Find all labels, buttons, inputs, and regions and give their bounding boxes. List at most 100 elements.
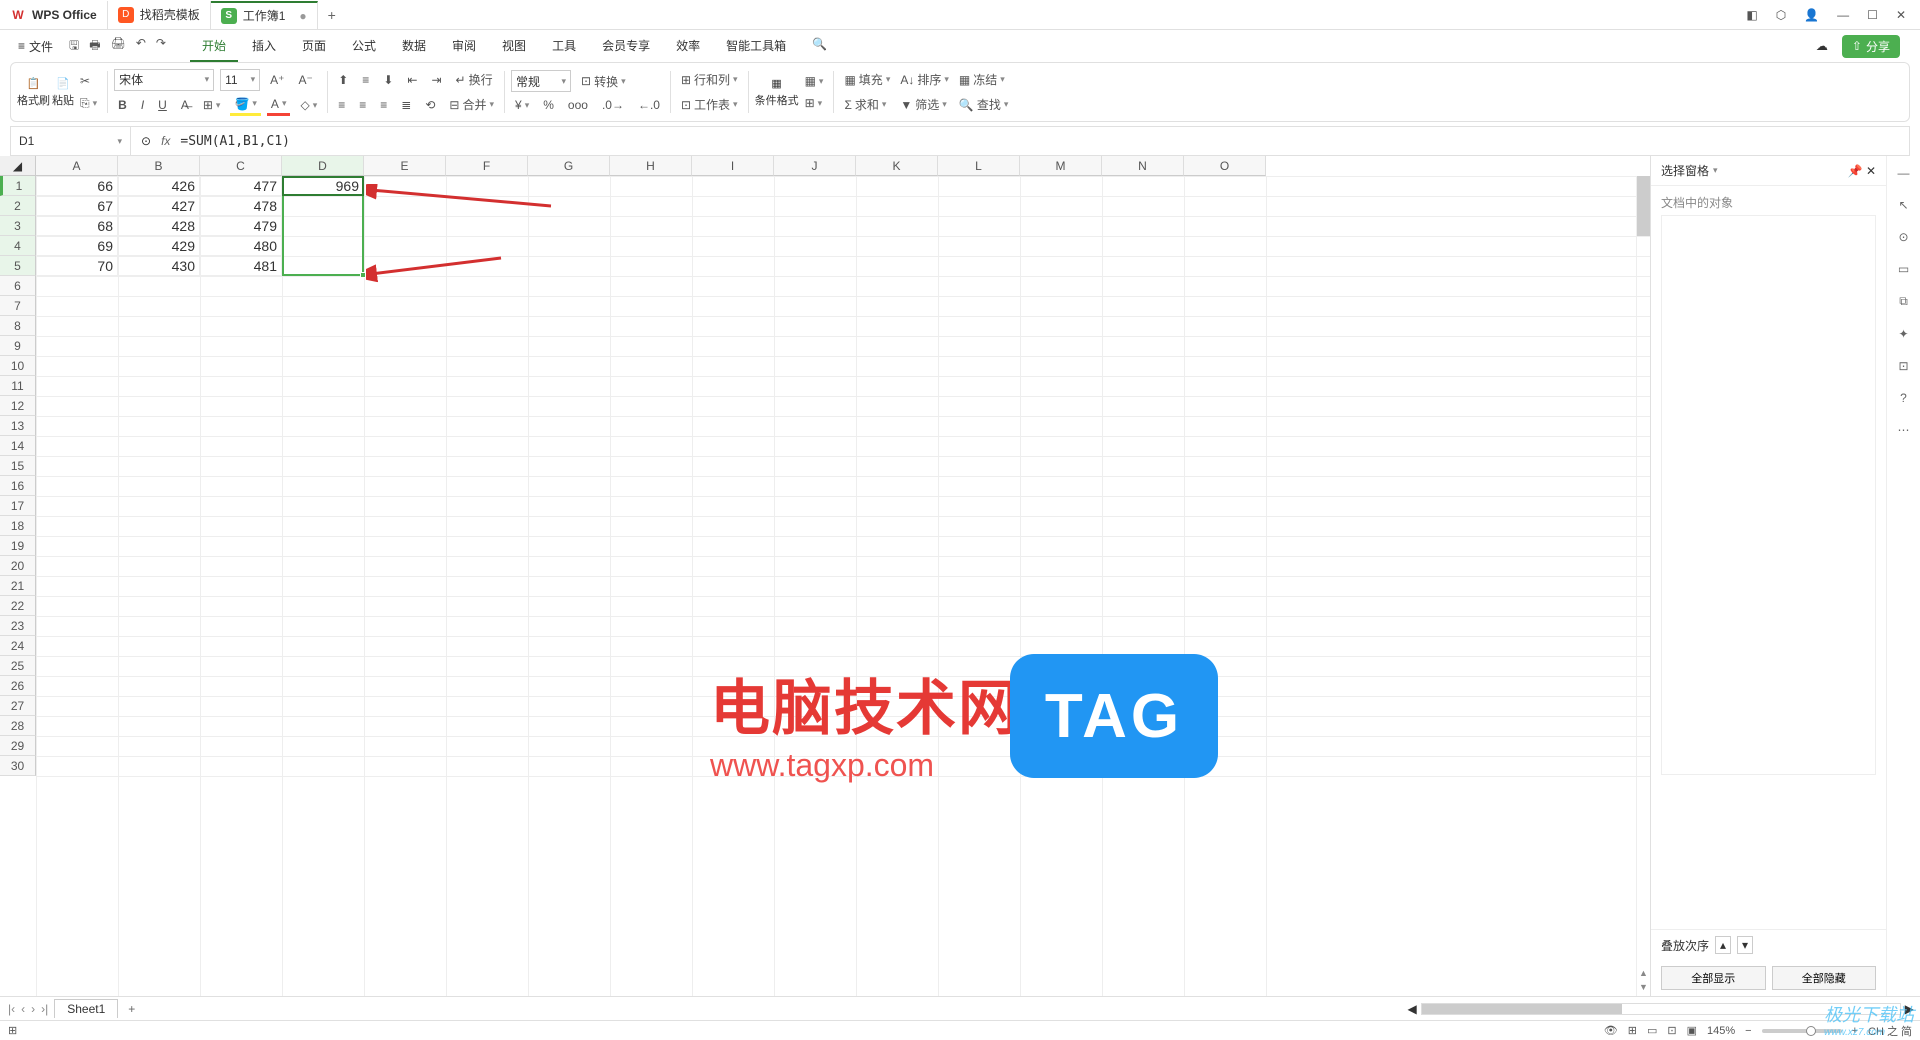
tab-templates[interactable]: D 找稻壳模板 [108, 1, 211, 29]
underline-icon[interactable]: U [154, 96, 171, 114]
row-header-8[interactable]: 8 [0, 316, 36, 336]
pin-icon[interactable]: 📌 [1848, 164, 1863, 178]
number-format-select[interactable]: 常规▾ [511, 70, 571, 92]
col-header-L[interactable]: L [938, 156, 1020, 176]
comma-icon[interactable]: ooo [564, 96, 592, 114]
layout-icon[interactable]: ▭ [1898, 262, 1909, 276]
cube-icon[interactable]: ⬡ [1776, 8, 1786, 22]
tab-formula[interactable]: 公式 [340, 31, 388, 62]
decimal-dec-icon[interactable]: ←.0 [634, 96, 664, 114]
col-header-J[interactable]: J [774, 156, 856, 176]
vertical-scrollbar[interactable]: ▲ ▼ [1636, 176, 1650, 996]
filter-button[interactable]: ▼筛选▾ [896, 94, 953, 115]
percent-icon[interactable]: % [539, 96, 558, 114]
row-header-16[interactable]: 16 [0, 476, 36, 496]
col-header-H[interactable]: H [610, 156, 692, 176]
align-top-icon[interactable]: ⬆ [334, 71, 352, 89]
row-header-14[interactable]: 14 [0, 436, 36, 456]
redo-icon[interactable]: ↷ [156, 36, 166, 57]
rowcol-button[interactable]: ⊞行和列▾ [677, 69, 742, 90]
view-normal-icon[interactable]: ⊞ [1628, 1024, 1637, 1037]
hscroll-thumb[interactable] [1422, 1004, 1622, 1014]
cut-icon[interactable]: ✂ [76, 72, 101, 90]
cell-B2[interactable]: 427 [118, 196, 200, 216]
tab-smart[interactable]: 智能工具箱 [714, 31, 798, 62]
cond-format-button[interactable]: ▦ 条件格式 [755, 77, 799, 108]
row-header-27[interactable]: 27 [0, 696, 36, 716]
select-all-corner[interactable]: ◢ [0, 156, 36, 176]
cell-C3[interactable]: 479 [200, 216, 282, 236]
prev-sheet-icon[interactable]: ‹ [19, 1002, 27, 1016]
sum-button[interactable]: Σ求和▾ [840, 94, 894, 115]
row-header-9[interactable]: 9 [0, 336, 36, 356]
cell-C4[interactable]: 480 [200, 236, 282, 256]
tab-page[interactable]: 页面 [290, 31, 338, 62]
select-icon[interactable]: ↖ [1898, 198, 1908, 212]
close-tab-icon[interactable]: ● [299, 9, 306, 23]
border-icon[interactable]: ⊞▾ [199, 96, 225, 114]
view-full-icon[interactable]: ▣ [1687, 1024, 1697, 1037]
decrease-font-icon[interactable]: A⁻ [294, 71, 316, 89]
row-header-13[interactable]: 13 [0, 416, 36, 436]
row-header-26[interactable]: 26 [0, 676, 36, 696]
tools-icon[interactable]: ✦ [1898, 327, 1908, 341]
find-button[interactable]: 🔍查找▾ [955, 94, 1013, 115]
help-icon[interactable]: ? [1900, 391, 1907, 405]
fill-color-icon[interactable]: 🪣▾ [230, 95, 260, 116]
col-header-G[interactable]: G [528, 156, 610, 176]
tab-efficiency[interactable]: 效率 [664, 31, 712, 62]
cell-D1[interactable]: 969 [282, 176, 364, 196]
indent-right-icon[interactable]: ⇥ [427, 71, 445, 89]
cell-C2[interactable]: 478 [200, 196, 282, 216]
col-header-A[interactable]: A [36, 156, 118, 176]
cell-B4[interactable]: 429 [118, 236, 200, 256]
print-preview-icon[interactable]: 🖨 [111, 36, 126, 57]
align-center2-icon[interactable]: ≡ [355, 96, 370, 114]
format-painter-button[interactable]: 📋 格式刷 [17, 77, 50, 108]
cell-A2[interactable]: 67 [36, 196, 118, 216]
row-header-10[interactable]: 10 [0, 356, 36, 376]
cloud-icon[interactable]: ☁ [1816, 39, 1828, 53]
currency-icon[interactable]: ¥▾ [511, 96, 533, 114]
tab-insert[interactable]: 插入 [240, 31, 288, 62]
show-all-button[interactable]: 全部显示 [1661, 966, 1766, 990]
sort-button[interactable]: A↓排序▾ [896, 69, 953, 90]
zoom-out-icon[interactable]: − [1745, 1025, 1751, 1037]
cells-area[interactable]: 6667686970426427428429430477478479480481… [36, 176, 1650, 996]
col-header-B[interactable]: B [118, 156, 200, 176]
font-select[interactable]: 宋体▾ [114, 69, 214, 91]
indent-left-icon[interactable]: ⇤ [403, 71, 421, 89]
convert-button[interactable]: ⊡转换▾ [577, 71, 630, 92]
copy-icon[interactable]: ⎘▾ [76, 94, 101, 113]
close-pane-icon[interactable]: ✕ [1866, 164, 1876, 178]
row-header-18[interactable]: 18 [0, 516, 36, 536]
align-right2-icon[interactable]: ≡ [376, 96, 391, 114]
col-header-C[interactable]: C [200, 156, 282, 176]
view-break-icon[interactable]: ⊡ [1667, 1024, 1676, 1037]
next-sheet-icon[interactable]: › [29, 1002, 37, 1016]
paste-button[interactable]: 📄 粘贴 [52, 77, 74, 108]
row-header-21[interactable]: 21 [0, 576, 36, 596]
file-menu[interactable]: ≡ 文件 [10, 34, 61, 59]
font-color-icon[interactable]: A▾ [267, 95, 291, 116]
decimal-inc-icon[interactable]: .0→ [598, 96, 628, 114]
col-header-F[interactable]: F [446, 156, 528, 176]
add-sheet-button[interactable]: + [122, 1002, 141, 1016]
row-header-22[interactable]: 22 [0, 596, 36, 616]
zoom-value[interactable]: 145% [1707, 1025, 1735, 1037]
device-icon[interactable]: ⊡ [1898, 359, 1908, 373]
first-sheet-icon[interactable]: |‹ [6, 1002, 17, 1016]
undo-icon[interactable]: ↶ [136, 36, 146, 57]
col-header-K[interactable]: K [856, 156, 938, 176]
strikethrough-icon[interactable]: A̶ [177, 96, 193, 114]
scroll-up-icon[interactable]: ▲ [1637, 968, 1650, 982]
eye-icon[interactable]: 👁 [1604, 1024, 1618, 1037]
scroll-left-icon[interactable]: ◀ [1408, 1002, 1417, 1016]
merge-button[interactable]: ⊟合并▾ [445, 94, 498, 115]
scroll-down-icon[interactable]: ▼ [1637, 982, 1650, 996]
cell-A5[interactable]: 70 [36, 256, 118, 276]
clear-format-icon[interactable]: ◇▾ [296, 96, 321, 114]
move-up-icon[interactable]: ▴ [1715, 936, 1731, 954]
row-header-25[interactable]: 25 [0, 656, 36, 676]
worksheet-button[interactable]: ⊡工作表▾ [677, 94, 742, 115]
